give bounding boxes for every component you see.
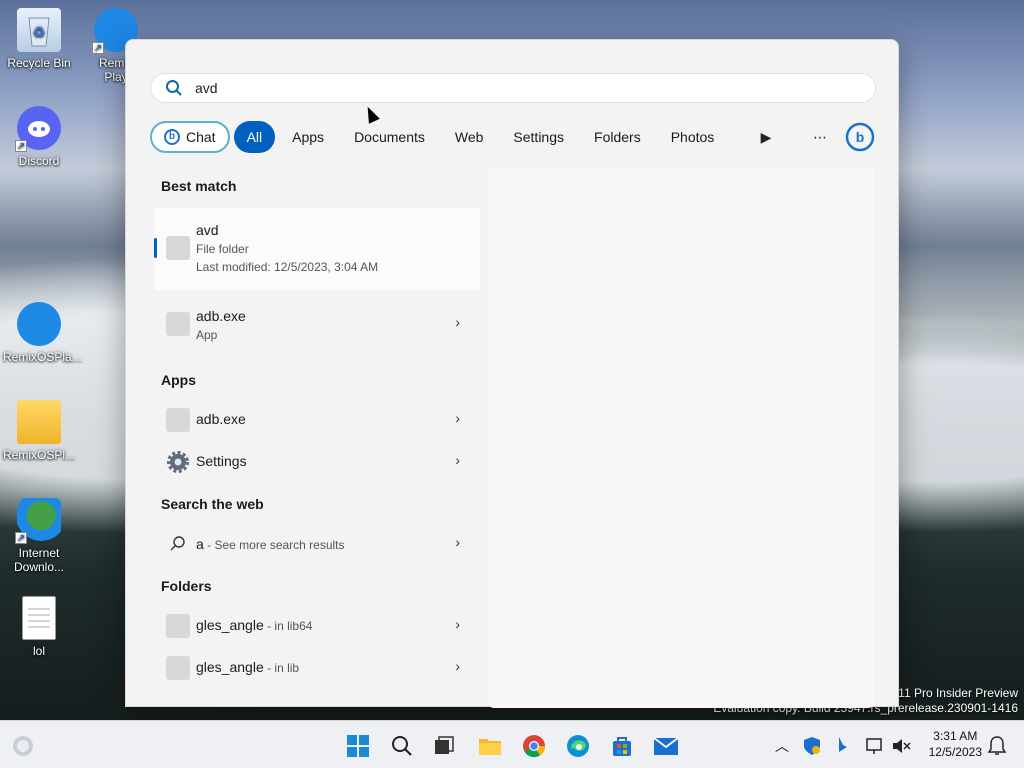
desktop-icon-label: Internet Downlo... (13, 546, 65, 574)
svg-text:b: b (856, 129, 865, 145)
clock-date: 12/5/2023 (928, 745, 982, 759)
notifications-bell-icon[interactable] (984, 733, 1010, 759)
desktop-icon-remixos-folder[interactable]: RemixOSPl... (3, 400, 75, 462)
chevron-right-icon: › (455, 616, 460, 632)
search-web-heading: Search the web (161, 496, 264, 512)
result-adb-app[interactable]: adb.exe App › (154, 304, 480, 346)
chevron-right-icon: › (455, 410, 460, 426)
web-query: a (196, 536, 204, 552)
taskbar: ︿ 3:31 AM 12/5/2023 (0, 720, 1024, 768)
gear-icon (166, 450, 190, 474)
start-search-panel: b Chat All Apps Documents Web Settings F… (125, 39, 899, 708)
play-more-filters-icon[interactable]: ▶ (750, 121, 782, 153)
search-icon (166, 532, 190, 556)
remixos-icon (17, 302, 61, 346)
folders-heading: Folders (161, 578, 212, 594)
edge-icon[interactable] (565, 733, 591, 759)
result-folder-gles-angle-lib64[interactable]: gles_angle - in lib64 › (154, 606, 480, 646)
result-app-settings[interactable]: Settings › (154, 442, 480, 482)
network-icon[interactable] (863, 733, 887, 759)
folder-icon (166, 614, 190, 638)
desktop-icon-lol[interactable]: lol (3, 596, 75, 658)
app-icon (166, 312, 190, 336)
folder-icon (17, 400, 61, 444)
filter-chat[interactable]: b Chat (150, 121, 230, 153)
web-hint: - See more search results (203, 538, 345, 552)
search-input[interactable] (195, 80, 795, 96)
discord-icon: ↗ (15, 106, 61, 152)
best-match-result[interactable]: avd File folder Last modified: 12/5/2023… (154, 208, 480, 290)
folder-icon (166, 236, 190, 260)
security-shield-icon[interactable] (801, 733, 823, 759)
microsoft-store-icon[interactable] (609, 733, 635, 759)
start-button[interactable] (345, 733, 371, 759)
filter-documents[interactable]: Documents (341, 121, 438, 153)
result-folder-gles-angle-lib[interactable]: gles_angle - in lib › (154, 648, 480, 688)
shortcut-arrow-icon: ↗ (92, 42, 104, 54)
desktop-icon-remixosplayer[interactable]: RemixOSPla... (3, 302, 82, 364)
more-options-icon[interactable]: ⋯ (804, 121, 836, 153)
preview-pane (488, 168, 874, 708)
chevron-right-icon: › (455, 658, 460, 674)
mail-icon[interactable] (653, 733, 679, 759)
volume-muted-icon[interactable] (889, 733, 913, 759)
desktop-icon-internet-download-manager[interactable]: ↗ Internet Downlo... (3, 498, 75, 574)
file-explorer-icon[interactable] (477, 733, 503, 759)
recycle-bin-icon: ♻ (17, 8, 61, 52)
taskbar-search-icon[interactable] (389, 733, 415, 759)
shortcut-arrow-icon: ↗ (15, 532, 27, 544)
shortcut-arrow-icon: ↗ (15, 140, 27, 152)
desktop-icon-label: lol (32, 644, 45, 658)
desktop-icon-recycle-bin[interactable]: ♻ Recycle Bin (3, 8, 75, 70)
chrome-icon[interactable] (521, 733, 547, 759)
filter-all[interactable]: All (233, 121, 276, 153)
chevron-right-icon: › (455, 452, 460, 468)
result-app-adb[interactable]: adb.exe › (154, 400, 480, 440)
chevron-right-icon: › (455, 314, 460, 330)
show-hidden-icons-chevron-icon[interactable]: ︿ (775, 736, 789, 756)
bing-tray-icon[interactable] (833, 733, 855, 759)
folder-icon (166, 656, 190, 680)
windows-logo-icon (347, 735, 369, 757)
app-icon (166, 408, 190, 432)
bing-chat-icon: b (164, 129, 180, 145)
filter-photos[interactable]: Photos (657, 121, 728, 153)
clock-time: 3:31 AM (933, 729, 978, 743)
widgets-icon[interactable] (10, 733, 36, 759)
build-watermark-line1: 11 Pro Insider Preview (898, 686, 1018, 700)
best-match-modified: Last modified: 12/5/2023, 3:04 AM (196, 260, 379, 274)
filter-settings[interactable]: Settings (500, 121, 578, 153)
best-match-name: avd (196, 222, 219, 238)
selection-indicator (154, 238, 157, 258)
text-file-icon (22, 596, 56, 640)
filter-web[interactable]: Web (441, 121, 497, 153)
desktop-icon-label: RemixOSPla... (3, 350, 82, 364)
desktop-icon-label: RemixOSPl... (3, 448, 76, 462)
search-icon (166, 80, 182, 96)
chevron-right-icon: › (455, 534, 460, 550)
filter-bar: b Chat All Apps Documents Web Settings F… (150, 120, 876, 154)
result-web-search[interactable]: a - See more search results › (154, 524, 480, 564)
system-clock[interactable]: 3:31 AM 12/5/2023 (929, 728, 982, 760)
desktop-icon-label: Discord (18, 154, 60, 168)
apps-heading: Apps (161, 372, 196, 388)
search-box[interactable] (150, 73, 876, 103)
desktop-icon-discord[interactable]: ↗ Discord (3, 106, 75, 168)
svg-text:♻: ♻ (33, 24, 46, 40)
best-match-heading: Best match (161, 178, 237, 194)
idm-icon: ↗ (15, 498, 61, 544)
bing-icon[interactable]: b (844, 121, 876, 153)
filter-apps[interactable]: Apps (279, 121, 338, 153)
desktop-icon-label: Recycle Bin (7, 56, 71, 70)
task-view-icon[interactable] (431, 733, 457, 759)
filter-folders[interactable]: Folders (581, 121, 654, 153)
best-match-type: File folder (196, 242, 249, 256)
